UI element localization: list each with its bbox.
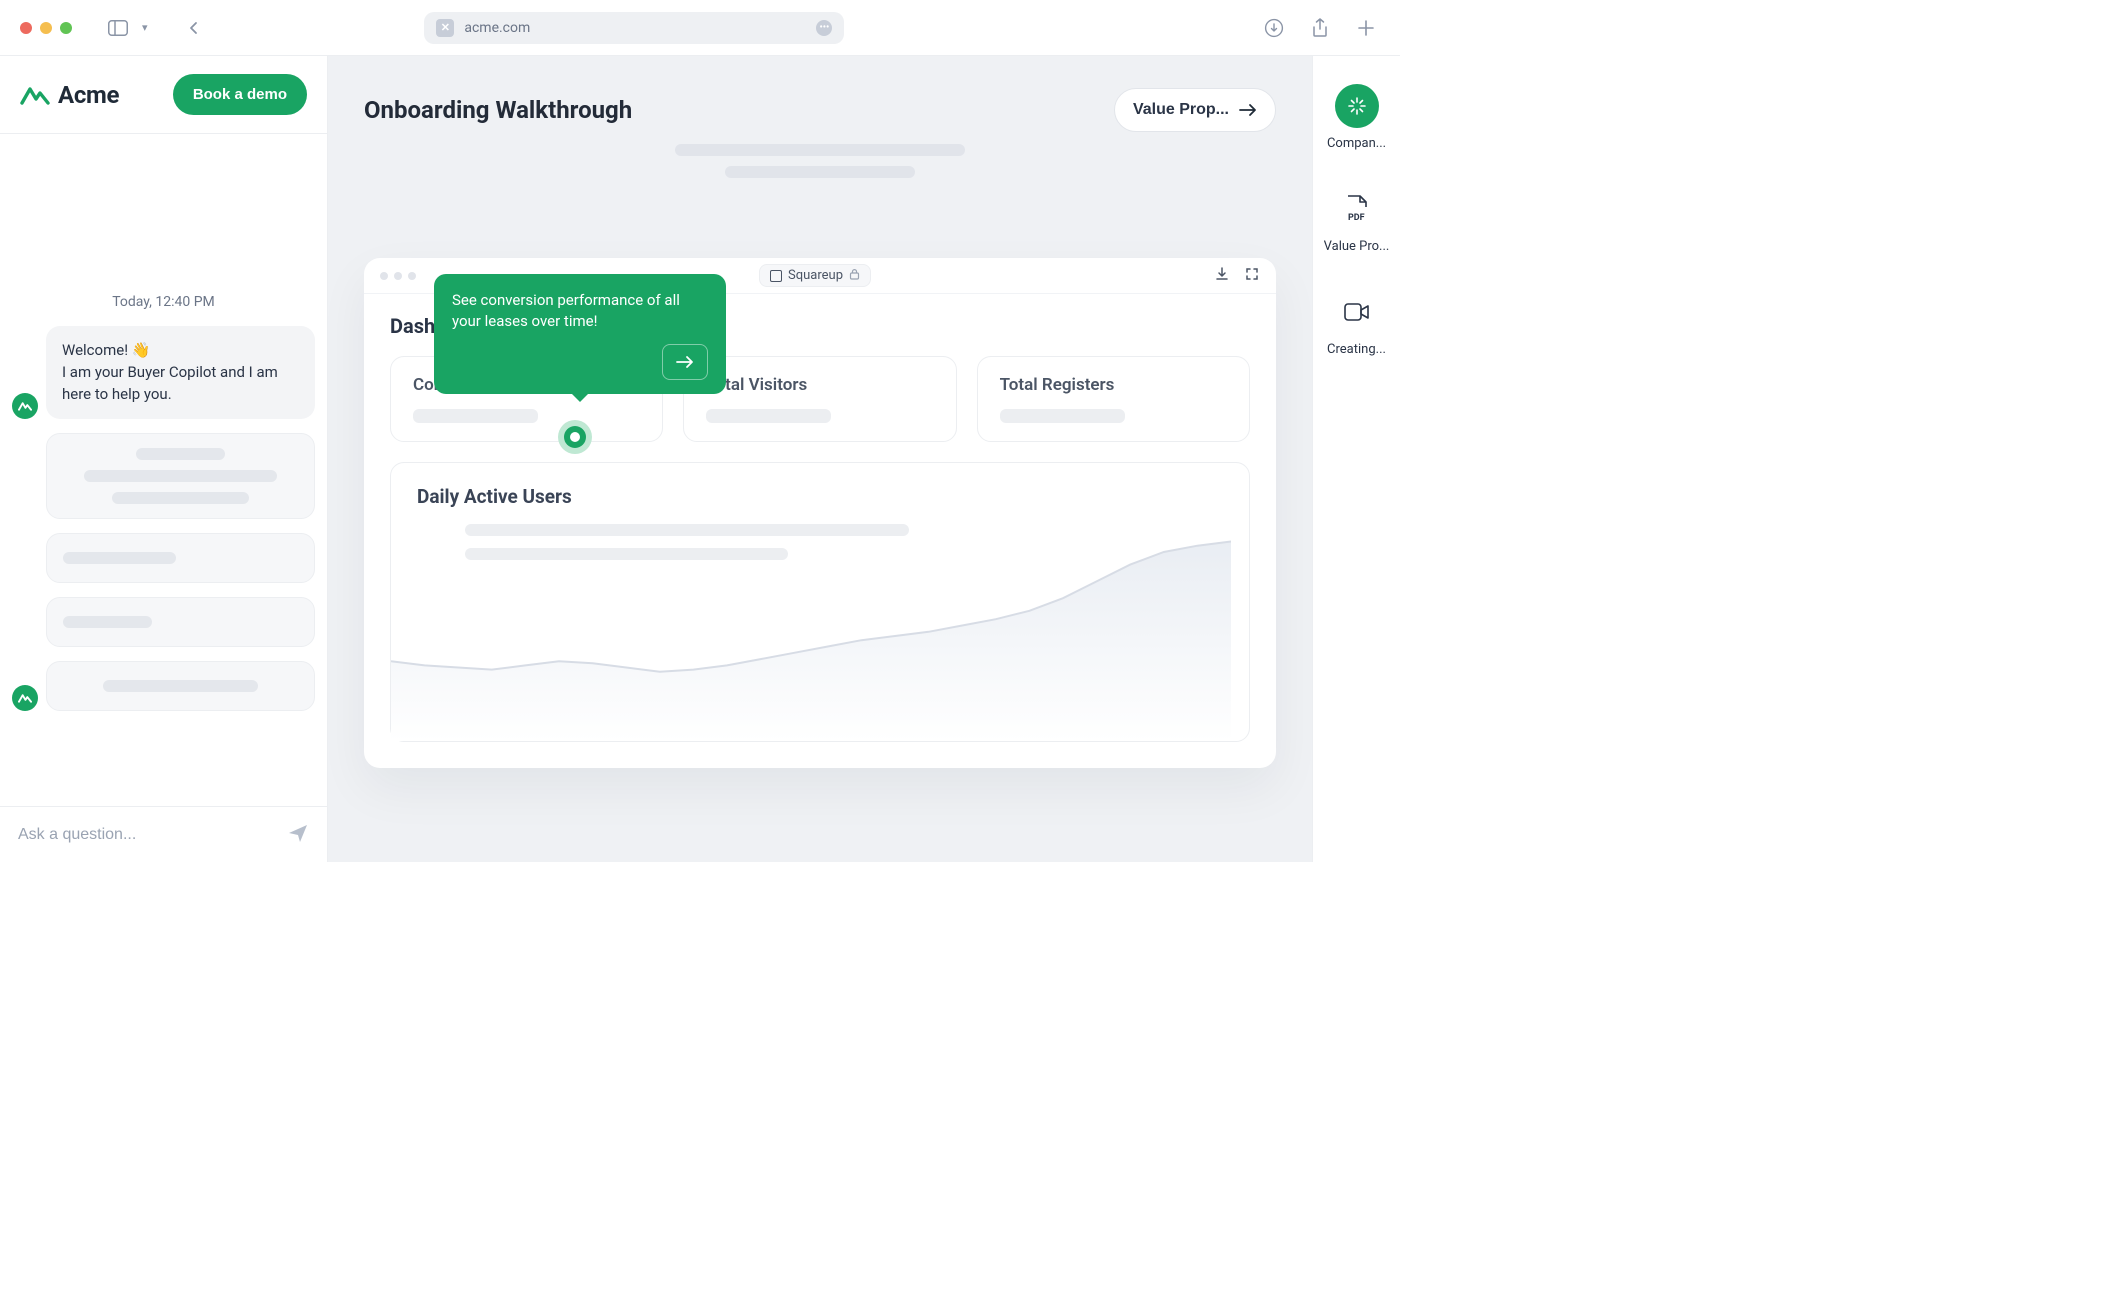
address-bar[interactable]: ✕ acme.com ••• <box>424 12 844 44</box>
line-chart <box>391 531 1231 741</box>
chat-placeholder-message <box>12 533 315 583</box>
rail-label: Creating... <box>1327 342 1386 357</box>
chat-thread: Today, 12:40 PM Welcome! 👋 I am your Buy… <box>0 134 327 806</box>
chat-placeholder-message <box>12 661 315 711</box>
chart-title: Daily Active Users <box>417 485 1223 508</box>
mock-dot-icon <box>408 272 416 280</box>
brand-name: Acme <box>58 81 119 109</box>
assistant-avatar-icon <box>12 685 38 711</box>
tour-hotspot-icon[interactable] <box>558 420 592 454</box>
welcome-body: I am your Buyer Copilot and I am here to… <box>62 363 278 403</box>
arrow-right-icon <box>676 355 694 369</box>
rail-label: Value Pro... <box>1324 239 1390 254</box>
skeleton-bubble <box>46 533 315 583</box>
chat-bubble: Welcome! 👋 I am your Buyer Copilot and I… <box>46 326 315 419</box>
acme-logo-icon <box>20 83 50 107</box>
minimize-window-icon[interactable] <box>40 22 52 34</box>
tooltip-next-button[interactable] <box>662 344 708 380</box>
next-step-label: Value Prop... <box>1133 101 1229 119</box>
browser-chrome: ▾ ✕ acme.com ••• <box>0 0 1400 56</box>
book-demo-button[interactable]: Book a demo <box>173 74 307 115</box>
page-title: Onboarding Walkthrough <box>364 96 632 124</box>
assistant-avatar-icon <box>12 393 38 419</box>
new-tab-icon[interactable] <box>1352 14 1380 42</box>
mock-dot-icon <box>380 272 388 280</box>
chat-placeholder-message <box>12 597 315 647</box>
app-square-icon <box>770 270 782 282</box>
chart-card: Daily Active Users <box>390 462 1250 742</box>
brand-logo: Acme <box>20 81 119 109</box>
tooltip-text: See conversion performance of all your l… <box>452 290 708 332</box>
downloads-icon[interactable] <box>1260 14 1288 42</box>
skeleton-bubble <box>46 433 315 519</box>
mock-dot-icon <box>394 272 402 280</box>
svg-text:PDF: PDF <box>1348 213 1365 223</box>
brand-bar: Acme Book a demo <box>0 56 327 134</box>
chat-placeholder-message <box>12 433 315 519</box>
rail-label: Compan... <box>1327 136 1386 151</box>
mock-url-pill: Squareup <box>759 264 871 287</box>
right-rail: Compan... PDF Value Pro... Creating... <box>1312 56 1400 862</box>
chat-timestamp: Today, 12:40 PM <box>12 294 315 310</box>
stat-card-title: Total Registers <box>1000 375 1227 395</box>
wave-emoji-icon: 👋 <box>132 340 151 362</box>
rail-item-company[interactable]: Compan... <box>1321 84 1393 151</box>
rail-item-creating[interactable]: Creating... <box>1321 290 1393 357</box>
sidebar-toggle-icon[interactable] <box>104 14 132 42</box>
chat-composer <box>0 806 327 862</box>
product-mock-window: Squareup <box>364 258 1276 768</box>
reader-mode-icon[interactable]: ••• <box>816 20 832 36</box>
main-content: Onboarding Walkthrough Value Prop... <box>328 56 1312 862</box>
fullscreen-icon[interactable] <box>1244 266 1260 286</box>
close-window-icon[interactable] <box>20 22 32 34</box>
onboarding-tooltip: See conversion performance of all your l… <box>434 274 726 394</box>
stat-card-title: Total Visitors <box>706 375 933 395</box>
pdf-file-icon: PDF <box>1335 187 1379 231</box>
welcome-greeting: Welcome! <box>62 341 128 359</box>
site-identity-icon: ✕ <box>436 19 454 37</box>
skeleton-bubble <box>46 661 315 711</box>
address-bar-text: acme.com <box>464 20 530 36</box>
download-icon[interactable] <box>1214 266 1230 286</box>
sparkle-icon <box>1335 84 1379 128</box>
chat-input[interactable] <box>18 826 275 844</box>
next-step-button[interactable]: Value Prop... <box>1114 88 1276 132</box>
skeleton-bubble <box>46 597 315 647</box>
mock-url-text: Squareup <box>788 268 843 283</box>
share-icon[interactable] <box>1306 14 1334 42</box>
chevron-down-icon[interactable]: ▾ <box>142 21 148 34</box>
back-button-icon[interactable] <box>180 14 208 42</box>
stat-card: Total Registers <box>977 356 1250 442</box>
maximize-window-icon[interactable] <box>60 22 72 34</box>
subtitle-placeholder <box>675 144 965 178</box>
arrow-right-icon <box>1239 103 1257 117</box>
video-icon <box>1335 290 1379 334</box>
send-icon[interactable] <box>287 822 309 848</box>
chat-message: Welcome! 👋 I am your Buyer Copilot and I… <box>12 326 315 419</box>
chat-sidebar: Acme Book a demo Today, 12:40 PM Welcome… <box>0 56 328 862</box>
rail-item-value-prop[interactable]: PDF Value Pro... <box>1321 187 1393 254</box>
window-controls <box>20 22 72 34</box>
lock-icon <box>849 268 860 283</box>
